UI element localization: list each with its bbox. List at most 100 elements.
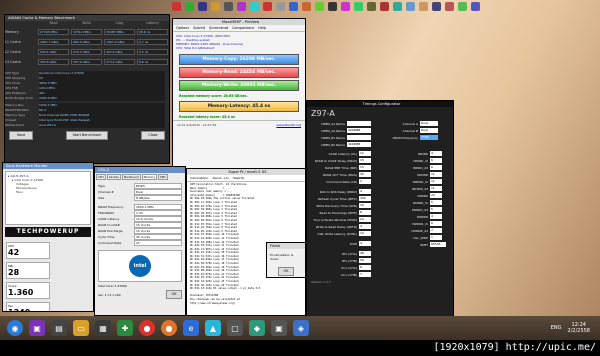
start-benchmark-button[interactable]: Start Benchmark [66, 131, 108, 140]
tab-mainboard[interactable]: Mainboard [121, 174, 141, 180]
app-icon-8[interactable] [263, 2, 272, 11]
taskbar-app-icon[interactable]: ▤ [51, 320, 67, 336]
app-icon-12[interactable] [315, 2, 324, 11]
dimm-value: 4096MB [347, 142, 371, 147]
app-icon-6[interactable] [237, 2, 246, 11]
timing-label: tRDWR_dr [412, 179, 428, 184]
aida64-buttons: Save Start Benchmark Close [5, 128, 169, 143]
taskbar-app-icon[interactable]: ▲ [205, 320, 221, 336]
row-label: L1 Cache [5, 40, 21, 44]
timing-value: 15 [359, 158, 371, 163]
bench-row: L2 Cache 502.4 GB/s 279.3 GB/s 497.6 GB/… [5, 49, 169, 55]
timing-value: 16 [359, 203, 371, 208]
timing-value: 11 [430, 179, 442, 184]
app-icon-24[interactable] [471, 2, 480, 11]
timing-label: tWRWR [416, 214, 428, 219]
col-header: Latency [146, 21, 159, 25]
sensor-value: 28 [8, 268, 20, 277]
row-value: 502.4 GB/s [38, 49, 69, 55]
row-value: 305.8 GB/s [38, 59, 69, 65]
cpuz-footer: Ver. 1.71.1.x64 OK [95, 288, 185, 301]
row-label: Memory [5, 30, 19, 34]
timing-value: 12 [359, 151, 371, 156]
timing-label: CAS# Latency (CL) [328, 151, 357, 156]
timing-label: RTL (CHB) [341, 258, 357, 263]
app-icon-1[interactable] [172, 2, 181, 11]
app-icon-2[interactable] [185, 2, 194, 11]
save-button[interactable]: Save [9, 131, 33, 140]
timing-label: tWRRD_dd [412, 207, 428, 212]
app-icon-18[interactable] [393, 2, 402, 11]
menu-help[interactable]: Help [258, 26, 266, 30]
app-icon-9[interactable] [276, 2, 285, 11]
app-icon-20[interactable] [419, 2, 428, 11]
app-icon-13[interactable] [328, 2, 337, 11]
row-value: 32512 MB/s [71, 29, 102, 35]
ie-icon[interactable]: e [183, 320, 199, 336]
close-button[interactable]: Close [141, 131, 165, 140]
app-icon-16[interactable] [367, 2, 376, 11]
field-value: 8 GBytes [134, 195, 182, 201]
hwmon-titlebar[interactable]: Asus Hardware Monitor [3, 163, 93, 169]
app-icon-22[interactable] [445, 2, 454, 11]
start-button-icon[interactable]: ◉ [7, 320, 23, 336]
row-label: L2 Cache [5, 50, 21, 54]
firefox-icon[interactable]: ● [161, 320, 177, 336]
menu-comparisons[interactable]: Comparisons [232, 26, 254, 30]
menu-screenshot[interactable]: Screenshot [209, 26, 228, 30]
app-icon-19[interactable] [406, 2, 415, 11]
app-icon-21[interactable] [432, 2, 441, 11]
app-icon-10[interactable] [289, 2, 298, 11]
taskbar-app-icon[interactable]: ◆ [249, 320, 265, 336]
app-icon-11[interactable] [302, 2, 311, 11]
file-explorer-icon[interactable]: ▭ [73, 320, 89, 336]
cpuz-fields: Type DDR3 Channel # Dual Size 8 GBytes DRAM… [95, 181, 185, 248]
tab-cpu[interactable]: CPU [96, 174, 106, 180]
menu-calculate[interactable]: Calculate(C) [190, 176, 208, 180]
taskbar-app-icon[interactable]: ▦ [95, 320, 111, 336]
taskbar-app-icon[interactable]: ◈ [293, 320, 309, 336]
chrome-icon[interactable]: ● [139, 320, 155, 336]
app-icon-5[interactable] [224, 2, 233, 11]
maxxpi-link[interactable]: www.MaxxPI.net [276, 123, 301, 127]
timing-label: tREFI [420, 242, 428, 247]
info-line: CPU: Total 8.0 GB/Default [176, 46, 215, 50]
app-icon-14[interactable] [341, 2, 350, 11]
ok-button[interactable]: OK [166, 290, 182, 299]
copy-result-bar: Memory-Copy: 26208 MB/sec. [179, 54, 299, 65]
menu-help[interactable]: Help(H) [233, 176, 244, 180]
timing-label: tCKE [349, 241, 357, 246]
finish-dialog: Finish PI calculation is done! OK [266, 242, 306, 278]
field-label: RAS# to CAS# [98, 223, 120, 227]
timing-value: 10 [359, 231, 371, 236]
channel-label: Channel A [402, 121, 418, 126]
menu-options[interactable]: Options [176, 26, 189, 30]
row-value: 984.3 GB/s [71, 39, 102, 45]
info-label: North Bridge Clock [5, 96, 34, 100]
menu-about[interactable]: About...(A) [212, 176, 228, 180]
tab-caches[interactable]: Caches [106, 174, 121, 180]
taskbar-app-icon[interactable]: ▢ [227, 320, 243, 336]
timing-label: tRDRD_dr [413, 158, 428, 163]
app-icon-23[interactable] [458, 2, 467, 11]
app-icon-17[interactable] [380, 2, 389, 11]
channel-info: Channel A Dual Channel B Dual DRAM Frequen… [380, 120, 449, 148]
timing-value: 6 [359, 265, 371, 270]
menu-submit[interactable]: Submit [193, 26, 205, 30]
language-indicator[interactable]: ENG [551, 325, 562, 331]
tab-memory[interactable]: Memory [141, 174, 157, 180]
field-label: FSB:DRAM [98, 211, 114, 215]
bench-row: L3 Cache 305.8 GB/s 207.9 GB/s 273.4 GB/… [5, 59, 169, 65]
timing-value: 5 [430, 207, 442, 212]
clock[interactable]: 12:24 2/2/2558 [568, 322, 590, 334]
taskbar-app-icon[interactable]: ✚ [117, 320, 133, 336]
app-icon-15[interactable] [354, 2, 363, 11]
taskbar-app-icon[interactable]: ▣ [271, 320, 287, 336]
tab-spd[interactable]: SPD [157, 174, 168, 180]
app-icon-3[interactable] [198, 2, 207, 11]
app-icon-4[interactable] [211, 2, 220, 11]
channel-value: 3300 [420, 135, 438, 140]
taskbar-app-icon[interactable]: ▣ [29, 320, 45, 336]
app-icon-7[interactable] [250, 2, 259, 11]
finish-ok-button[interactable]: OK [278, 267, 294, 276]
